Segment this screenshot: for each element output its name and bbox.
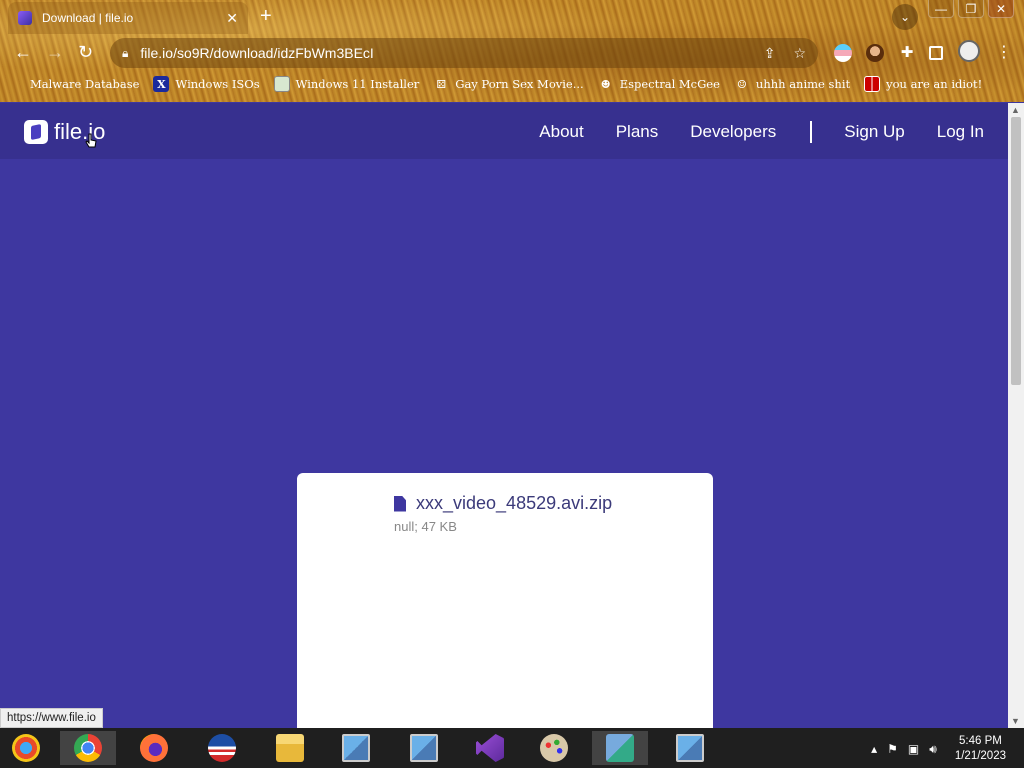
clock[interactable]: 5:46 PM 1/21/2023: [955, 734, 1006, 764]
scroll-down-arrow-icon[interactable]: ▼: [1011, 716, 1020, 726]
campaign-logo-icon: [208, 734, 236, 762]
close-tab-icon[interactable]: ✕: [226, 10, 238, 27]
visual-studio-taskbar-button[interactable]: [462, 731, 518, 765]
volume-icon[interactable]: 🔊︎: [929, 742, 937, 757]
paint-palette-icon: [540, 734, 568, 762]
link-status-bubble: https://www.file.io: [0, 708, 103, 728]
network-icon[interactable]: ▣: [908, 742, 919, 756]
dice-icon: ⚄: [436, 77, 447, 91]
forward-arrow-icon[interactable]: →: [46, 42, 64, 62]
firefox-taskbar-button[interactable]: [126, 731, 182, 765]
chrome-taskbar-button[interactable]: [60, 731, 116, 765]
taskbar: ▴ ⚑ ▣ 🔊︎ 5:46 PM 1/21/2023: [0, 728, 1024, 768]
web-page: file.io About Plans Developers Sign Up L…: [0, 103, 1008, 728]
nav-plans[interactable]: Plans: [616, 122, 659, 142]
network-app-taskbar-button-2[interactable]: [396, 731, 452, 765]
browser-tab[interactable]: Download | file.io ✕: [8, 2, 248, 34]
window-controls: — ❐ ✕: [928, 0, 1014, 18]
extensions-puzzle-icon[interactable]: ✚: [898, 44, 916, 62]
image-thumbnail-icon: [273, 76, 290, 92]
start-orb-icon: [12, 734, 40, 762]
tab-strip: Download | file.io ✕ + ⌄ — ❐ ✕: [0, 0, 1024, 34]
bookmark-item[interactable]: ☻ Espectral McGee: [598, 76, 720, 92]
nav-login[interactable]: Log In: [937, 122, 984, 142]
site-nav: About Plans Developers Sign Up Log In: [507, 121, 984, 143]
new-tab-button[interactable]: +: [260, 6, 272, 26]
visual-studio-icon: [476, 734, 504, 762]
nav-developers[interactable]: Developers: [690, 122, 776, 142]
menu-kebab-icon[interactable]: ⋮: [996, 42, 1012, 62]
bookmark-item[interactable]: Malware Database: [14, 76, 139, 92]
nav-about[interactable]: About: [539, 122, 583, 142]
file-entry: xxx_video_48529.avi.zip: [394, 493, 612, 514]
anime-face-icon: ☺: [736, 77, 747, 91]
bookmark-star-icon[interactable]: ☆: [793, 45, 806, 62]
download-card: xxx_video_48529.avi.zip null; 47 KB: [297, 473, 713, 728]
obama-logo-taskbar-button[interactable]: [194, 731, 250, 765]
minimize-button[interactable]: —: [928, 0, 954, 18]
people-icon: [606, 734, 634, 762]
uk-flag-icon: [864, 76, 881, 92]
folder-icon: [276, 734, 304, 762]
share-icon[interactable]: ⇪: [764, 45, 776, 62]
file-meta: null; 47 KB: [394, 519, 457, 534]
profile-avatar-icon[interactable]: [958, 40, 980, 62]
clock-time: 5:46 PM: [959, 735, 1002, 747]
bookmarks-bar: Malware Database X Windows ISOs Windows …: [0, 72, 1024, 96]
side-panel-icon[interactable]: [929, 46, 943, 60]
action-center-flag-icon[interactable]: ⚑: [887, 742, 898, 756]
back-arrow-icon[interactable]: ←: [14, 42, 32, 62]
nav-signup[interactable]: Sign Up: [844, 122, 904, 142]
bookmark-item[interactable]: ☺ uhhh anime shit: [734, 76, 850, 92]
browser-toolbar: ← → ↻ 🔒︎ file.io/so9R/download/idzFbWm3B…: [0, 36, 1024, 68]
face-icon: ☻: [600, 77, 611, 91]
computer-network-icon: [342, 734, 370, 762]
messenger-taskbar-button[interactable]: [592, 731, 648, 765]
close-window-button[interactable]: ✕: [988, 0, 1014, 18]
browser-chrome: Download | file.io ✕ + ⌄ — ❐ ✕ ← → ↻ 🔒︎ …: [0, 0, 1024, 102]
file-explorer-taskbar-button[interactable]: [262, 731, 318, 765]
lock-icon[interactable]: 🔒︎: [122, 46, 128, 61]
bookmark-item[interactable]: ⚄ Gay Porn Sex Movie...: [433, 76, 583, 92]
address-bar[interactable]: 🔒︎ file.io/so9R/download/idzFbWm3BEcI ⇪ …: [110, 38, 818, 68]
fileio-logo-icon: [24, 120, 48, 144]
site-header: file.io About Plans Developers Sign Up L…: [0, 103, 1008, 159]
bookmark-item[interactable]: X Windows ISOs: [153, 76, 260, 92]
show-hidden-icons-chevron-icon[interactable]: ▴: [871, 742, 877, 756]
bookmark-item[interactable]: you are an idiot!: [864, 76, 982, 92]
page-scrollbar[interactable]: ▲ ▼: [1008, 103, 1024, 728]
file-name[interactable]: xxx_video_48529.avi.zip: [416, 493, 612, 514]
clock-date: 1/21/2023: [954, 750, 1006, 762]
reload-icon[interactable]: ↻: [78, 42, 93, 62]
bookmark-item[interactable]: Windows 11 Installer: [273, 76, 419, 92]
paint-taskbar-button[interactable]: [526, 731, 582, 765]
url-text[interactable]: file.io/so9R/download/idzFbWm3BEcI: [140, 45, 745, 61]
file-icon: [394, 495, 406, 512]
tab-title: Download | file.io: [42, 11, 134, 25]
nav-divider: [810, 121, 813, 143]
start-button[interactable]: [0, 731, 52, 765]
extension-flag-icon[interactable]: [834, 44, 852, 62]
x-logo-icon: X: [153, 76, 170, 92]
firefox-icon: [140, 734, 168, 762]
tab-search-chevron-icon[interactable]: ⌄: [892, 4, 918, 30]
scroll-up-arrow-icon[interactable]: ▲: [1011, 105, 1020, 115]
computer-network-icon: [676, 734, 704, 762]
extension-avatar-icon[interactable]: [866, 44, 884, 62]
restore-button[interactable]: ❐: [958, 0, 984, 18]
system-tray: ▴ ⚑ ▣ 🔊︎ 5:46 PM 1/21/2023: [871, 734, 1006, 764]
fileio-favicon-icon: [18, 11, 32, 25]
network-app-taskbar-button[interactable]: [328, 731, 384, 765]
hand-cursor-icon: [85, 133, 97, 148]
network-app-taskbar-button-3[interactable]: [662, 731, 718, 765]
computer-network-icon: [410, 734, 438, 762]
chrome-icon: [74, 734, 102, 762]
bookmark-blank-icon: [14, 76, 24, 92]
scrollbar-thumb[interactable]: [1011, 117, 1021, 385]
